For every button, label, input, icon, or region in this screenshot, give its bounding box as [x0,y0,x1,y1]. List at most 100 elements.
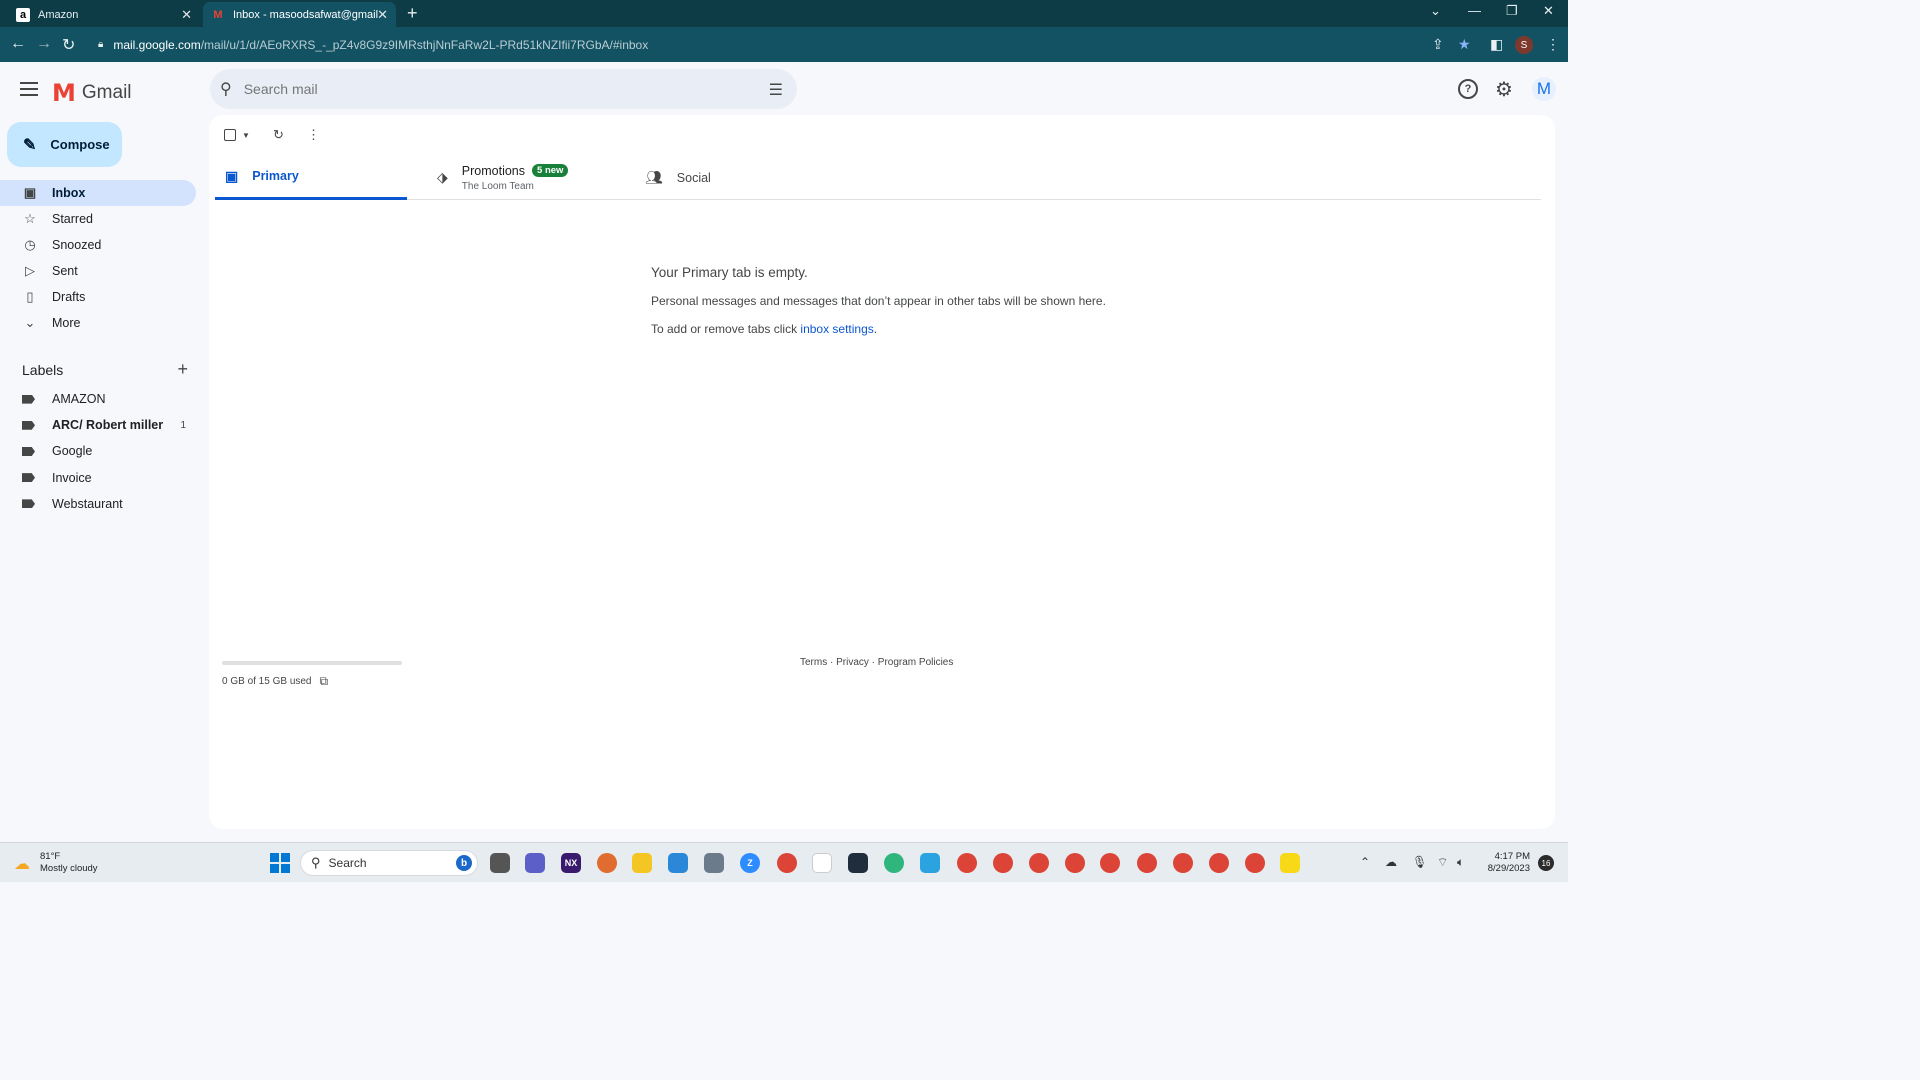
label-item-webstaurant[interactable]: Webstaurant [0,491,196,517]
inbox-settings-link[interactable]: inbox settings [800,322,873,336]
browser-profile-avatar[interactable]: S [1515,36,1533,54]
tab-social[interactable]: 👥︎ Social [635,155,815,200]
empty-state-description: Personal messages and messages that don’… [651,294,1106,308]
new-tab-button[interactable]: + [407,3,418,24]
sidebar-item-more[interactable]: ⌄ More [0,310,196,336]
select-dropdown-icon[interactable]: ▼ [242,131,250,140]
back-icon[interactable]: ← [10,35,26,53]
help-icon[interactable]: ? [1458,79,1478,99]
refresh-icon[interactable]: ↻ [273,127,284,143]
chrome-icon[interactable] [1100,853,1120,873]
windows-taskbar: ☁ 81°F Mostly cloudy ⚲ Search b NX Z ⌃ ☁… [0,842,1568,882]
slack-icon[interactable] [884,853,904,873]
chrome-icon[interactable] [1065,853,1085,873]
url-host: mail.google.com [113,37,201,52]
address-bar[interactable]: 🔒︎ mail.google.com/mail/u/1/d/AEoRXRS_-_… [86,31,1486,58]
sidebar-item-drafts[interactable]: ▯ Drafts [0,284,196,310]
restore-button[interactable]: ❐ [1506,3,1518,19]
chrome-icon[interactable] [957,853,977,873]
task-view-icon[interactable] [490,853,510,873]
empty-state: Your Primary tab is empty. Personal mess… [651,265,1106,350]
lock-icon: 🔒︎ [98,39,104,50]
zoom-icon[interactable]: Z [740,853,760,873]
app-icon[interactable] [812,853,832,873]
taskbar-search[interactable]: ⚲ Search b [300,850,478,876]
search-options-icon[interactable]: ☰ [769,80,783,100]
footer-links[interactable]: Terms · Privacy · Program Policies [800,657,953,668]
gmail-logo[interactable]: M Gmail [52,79,132,107]
chrome-icon[interactable] [1209,853,1229,873]
chevron-down-icon: ⌄ [24,315,36,330]
tab-primary[interactable]: ▣ Primary [215,155,407,200]
weather-condition: Mostly cloudy [40,863,98,874]
notification-count-badge[interactable]: 16 [1538,855,1554,871]
chrome-icon[interactable] [1137,853,1157,873]
file-explorer-icon[interactable] [632,853,652,873]
tab-promotions[interactable]: ⬗ Promotions 5 new The Loom Team [427,155,627,200]
taskbar-search-label: Search [328,856,367,870]
onedrive-icon[interactable]: ☁ [1385,855,1397,869]
add-label-icon[interactable]: + [177,359,188,380]
calendar-app-icon[interactable] [668,853,688,873]
open-in-new-icon[interactable]: ⧉ [320,674,329,689]
sticky-notes-icon[interactable] [1280,853,1300,873]
chrome-icon[interactable] [1245,853,1265,873]
close-icon[interactable]: ✕ [377,7,388,23]
sidebar-item-inbox[interactable]: ▣ Inbox [0,180,196,206]
sidebar-item-sent[interactable]: ▷ Sent [0,258,196,284]
pencil-icon: ✎ [23,136,37,154]
label-item-google[interactable]: Google [0,438,196,464]
people-icon: 👥︎ [645,169,663,185]
window-close-button[interactable]: ✕ [1543,3,1554,19]
system-clock[interactable]: 4:17 PM 8/29/2023 [1482,851,1530,875]
sidebar-item-starred[interactable]: ☆ Starred [0,206,196,232]
microphone-icon[interactable]: 🎙︎ [1412,855,1427,869]
volume-icon[interactable]: 🔈︎ [1457,855,1464,870]
sidebar-item-snoozed[interactable]: ◷ Snoozed [0,232,196,258]
app-icon[interactable] [597,853,617,873]
share-icon[interactable]: ⇪ [1432,36,1444,53]
app-icon[interactable] [848,853,868,873]
chrome-icon[interactable] [777,853,797,873]
browser-menu-icon[interactable]: ⋮ [1546,36,1560,53]
telegram-icon[interactable] [920,853,940,873]
label-icon [22,420,35,430]
tab-search-icon[interactable]: ⌄ [1430,3,1441,19]
windows-start-icon[interactable] [270,853,290,873]
chrome-icon[interactable] [1173,853,1193,873]
main-menu-icon[interactable] [20,82,38,100]
minimize-button[interactable]: — [1468,3,1481,18]
close-icon[interactable]: ✕ [181,7,192,23]
weather-widget[interactable]: ☁ 81°F Mostly cloudy [14,851,98,875]
select-all-checkbox[interactable] [224,129,236,141]
wifi-icon[interactable]: ⌔ [1437,855,1448,870]
account-avatar[interactable]: M [1532,77,1556,101]
weather-temperature: 81°F [40,851,61,862]
gmail-icon: M [213,8,223,21]
next-app-icon[interactable]: NX [561,853,581,873]
label-item-amazon[interactable]: AMAZON [0,386,196,412]
browser-toolbar: ← → ↻ 🔒︎ mail.google.com/mail/u/1/d/AEoR… [0,27,1568,62]
forward-icon[interactable]: → [36,35,52,53]
calculator-icon[interactable] [704,853,724,873]
clock-icon: ◷ [24,237,36,252]
label-name: AMAZON [52,392,106,407]
more-options-icon[interactable]: ⋮ [307,127,320,143]
browser-tab-amazon[interactable]: a Amazon ✕ [8,2,200,27]
search-icon[interactable]: ⚲ [220,79,232,99]
compose-label: Compose [50,137,110,152]
search-input[interactable] [243,81,724,97]
side-panel-icon[interactable]: ◧ [1490,36,1503,53]
label-icon [22,473,35,483]
bookmark-star-icon[interactable]: ★ [1458,36,1471,53]
label-item-invoice[interactable]: Invoice [0,465,196,491]
teams-chat-icon[interactable] [525,853,545,873]
compose-button[interactable]: ✎ Compose [7,122,122,167]
label-item-arc-robert-miller[interactable]: ARC/ Robert miller 1 [0,412,196,438]
reload-icon[interactable]: ↻ [62,35,75,55]
gear-icon[interactable]: ⚙ [1494,79,1514,101]
chrome-icon[interactable] [993,853,1013,873]
chrome-icon[interactable] [1029,853,1049,873]
browser-tab-gmail[interactable]: M Inbox - masoodsafwat@gmail.co ✕ [203,2,396,27]
chevron-up-icon[interactable]: ⌃ [1360,855,1370,869]
